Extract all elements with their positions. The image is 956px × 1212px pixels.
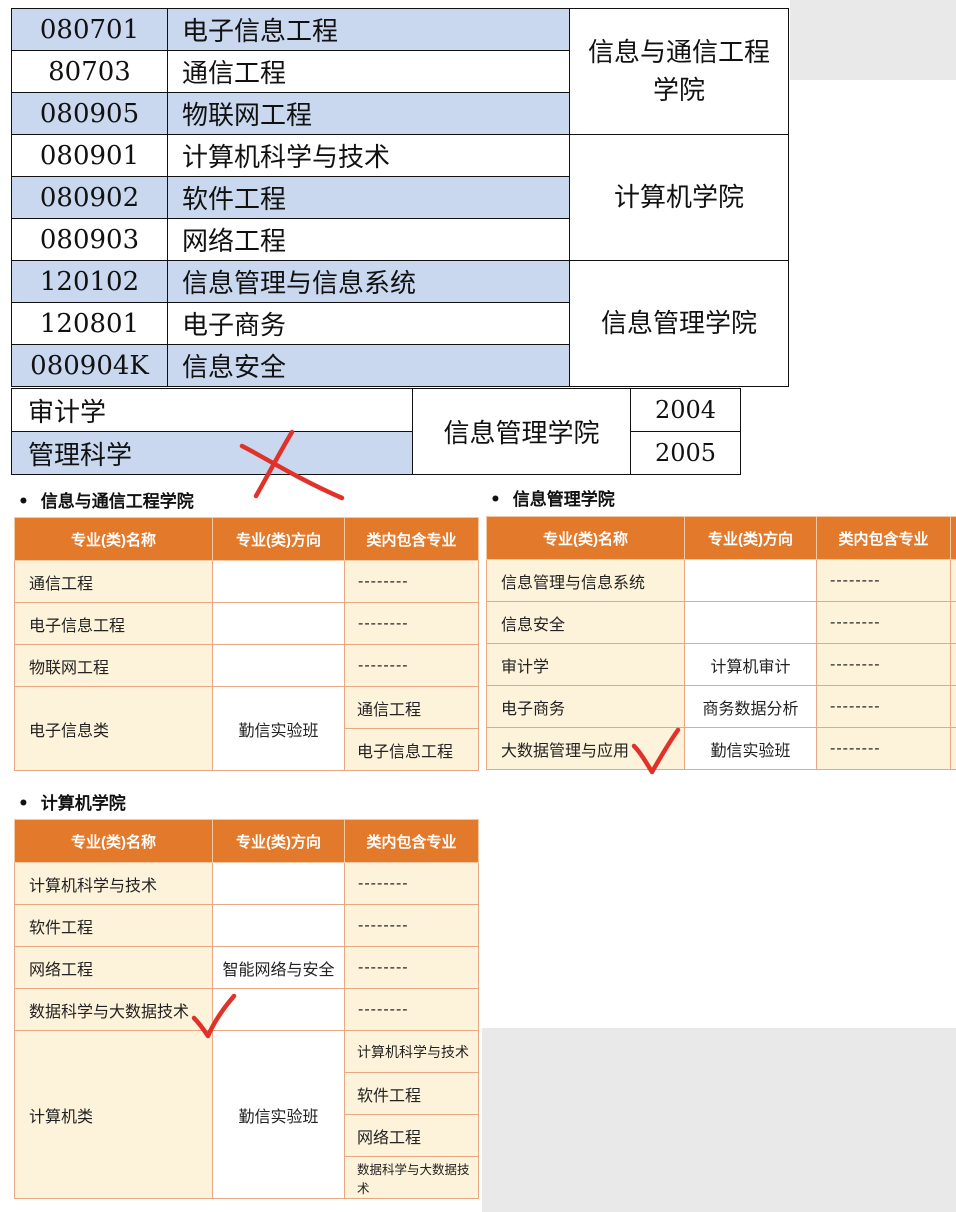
handwritten-annotations (191, 429, 681, 1039)
cross-mark-icon (239, 429, 345, 501)
check-mark-icon (191, 993, 237, 1039)
check-mark-icon (631, 727, 681, 775)
